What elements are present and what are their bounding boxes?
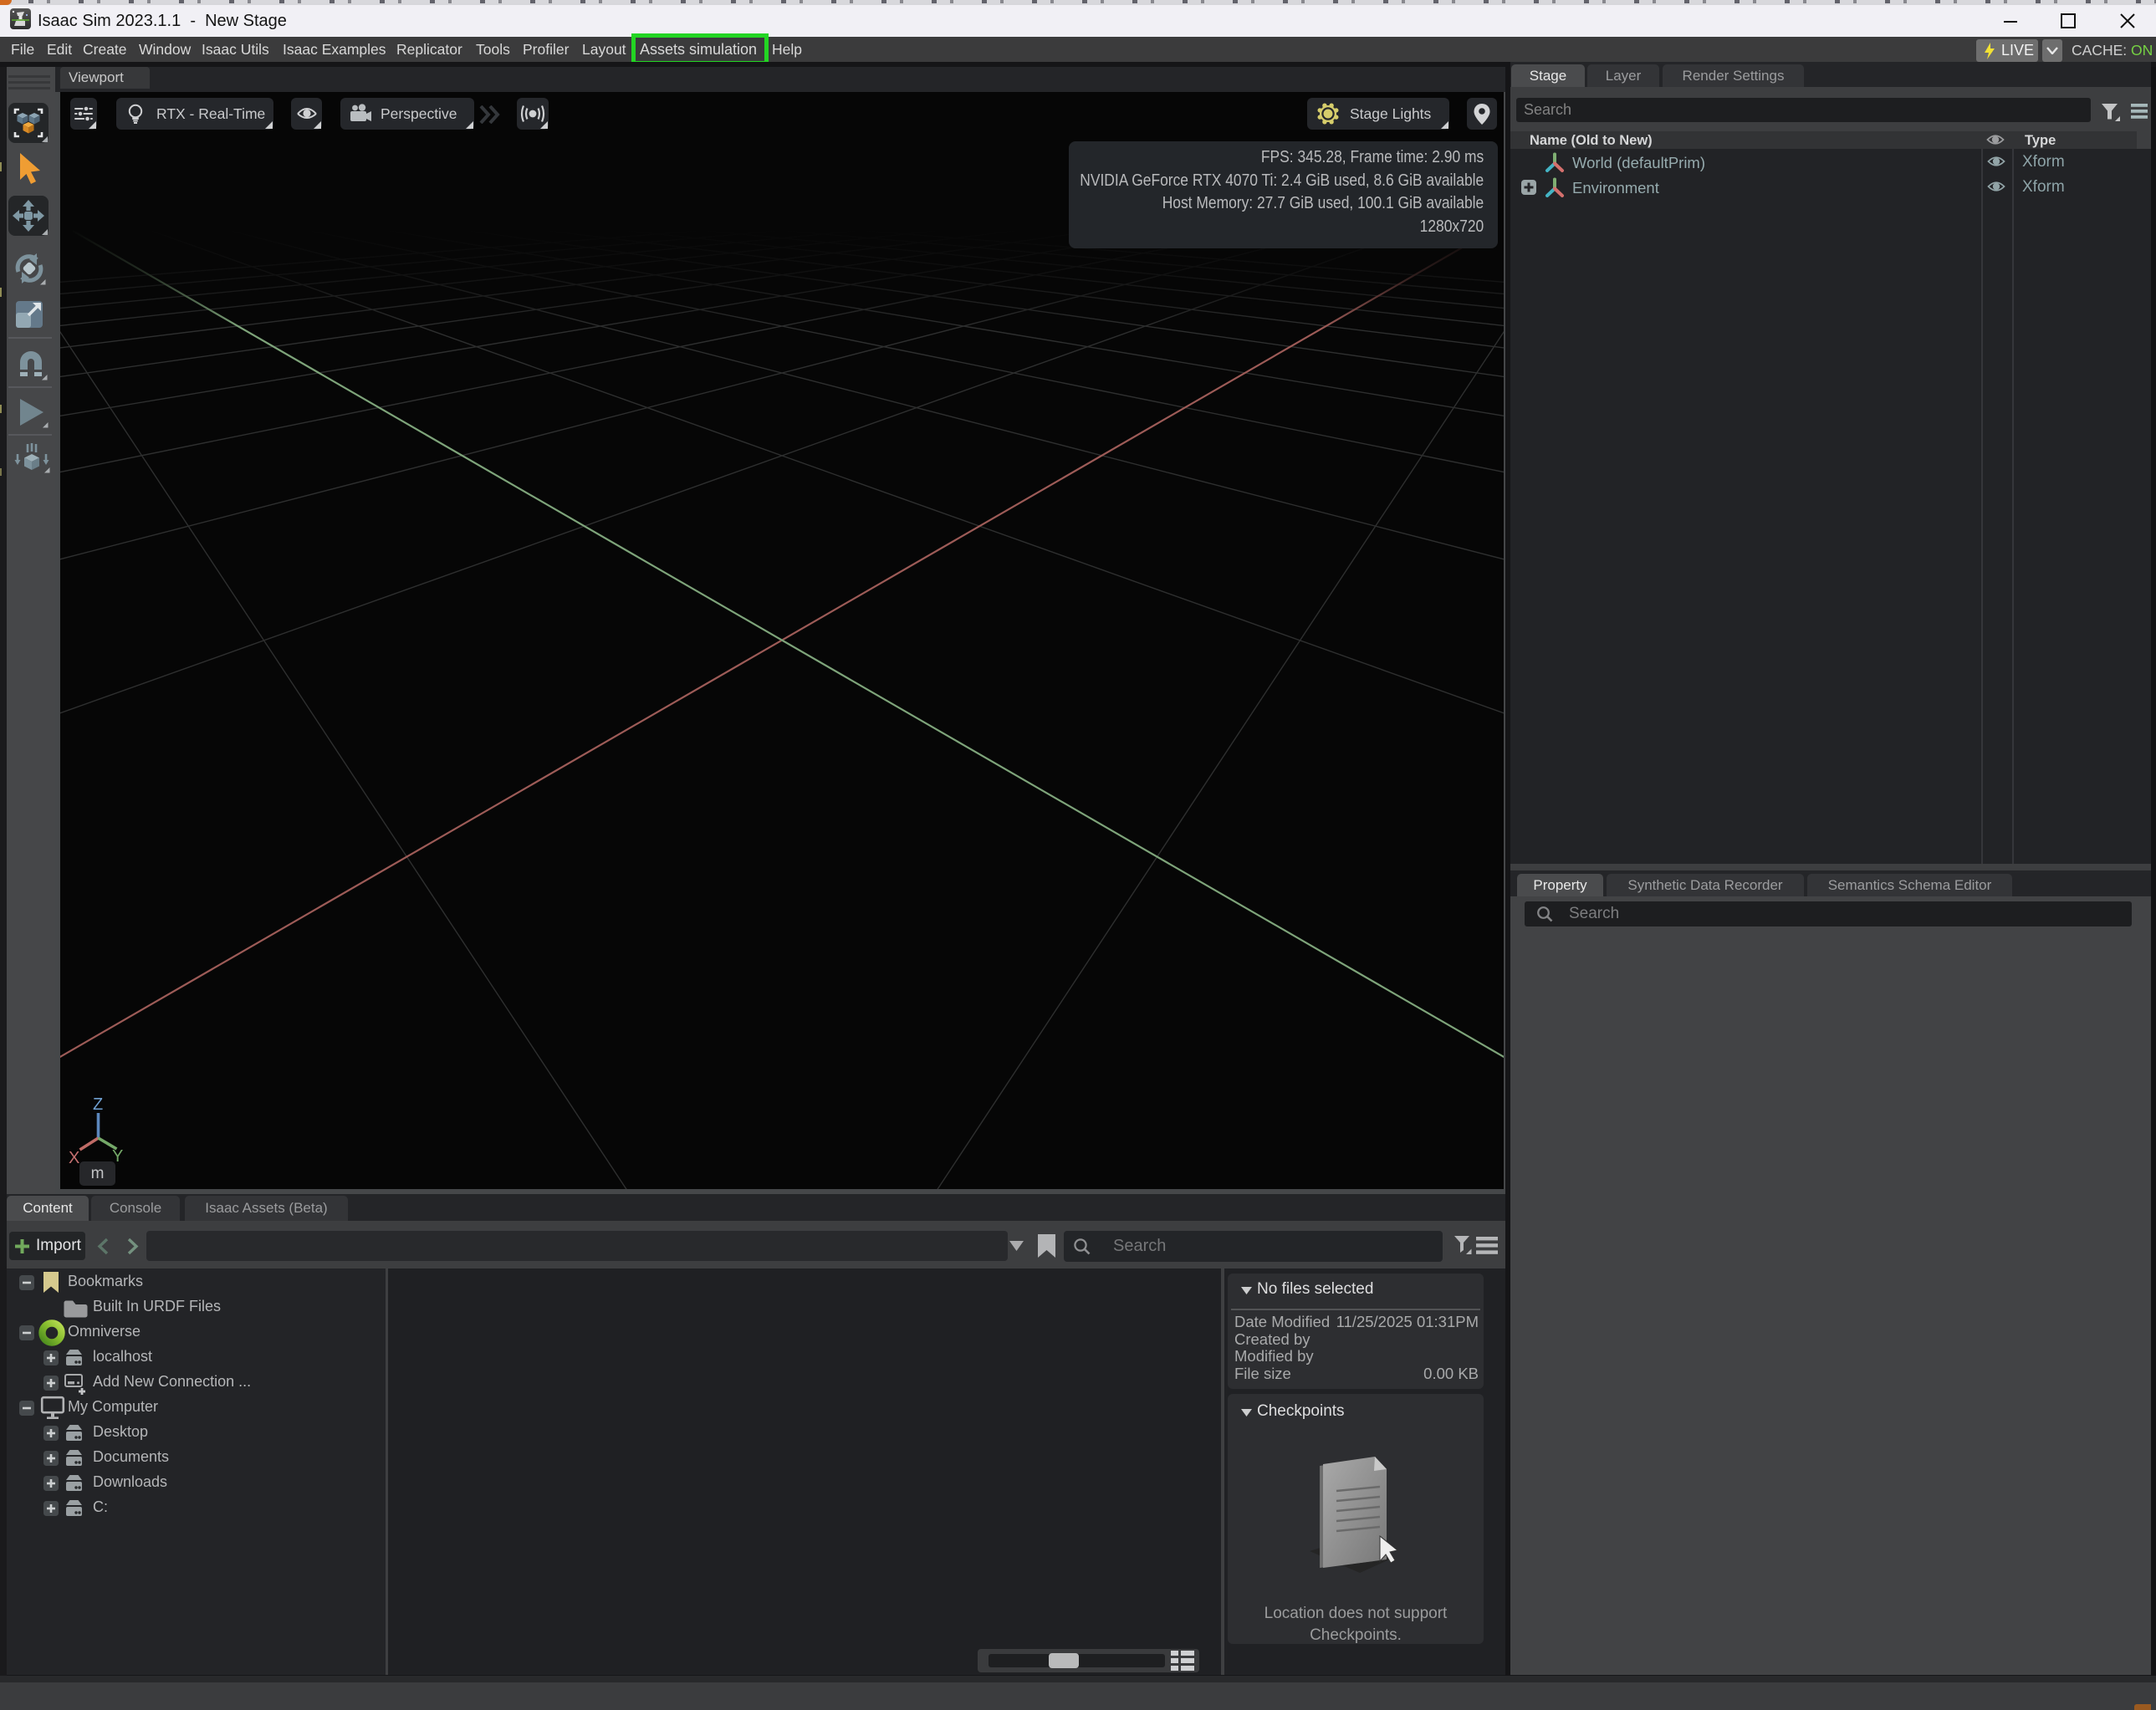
svg-text:Z: Z [93,1095,103,1114]
svg-text:X: X [69,1149,79,1167]
